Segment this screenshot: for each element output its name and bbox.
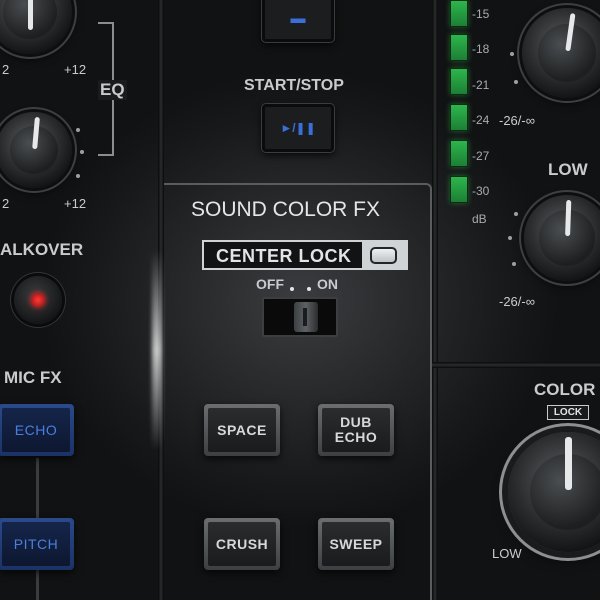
- talkover-label: ALKOVER: [0, 240, 84, 259]
- toggle-dot-on: [307, 287, 311, 291]
- knob-scale-dot: [512, 262, 516, 266]
- meter-db-label: -27: [472, 149, 490, 163]
- fx-sweep-button[interactable]: SWEEP: [318, 518, 394, 570]
- meter-db-label: -24: [472, 113, 490, 127]
- edge-highlight: [152, 250, 162, 450]
- center-lock-toggle[interactable]: [262, 297, 338, 337]
- mic-fx-echo-button[interactable]: ECHO: [0, 404, 74, 456]
- meter-segment: [450, 176, 468, 203]
- mic-fx-echo-label: ECHO: [2, 408, 70, 452]
- led-indicator-icon: [370, 247, 397, 264]
- meter-segment: [450, 68, 468, 95]
- fx-sweep-label: SWEEP: [322, 522, 390, 566]
- toggle-on-label: ON: [317, 276, 338, 292]
- level-meter: [450, 0, 468, 215]
- eq-scale-min: 2: [2, 62, 10, 77]
- eq-label: EQ: [98, 80, 127, 100]
- talkover-button[interactable]: [14, 276, 62, 324]
- sound-color-fx-title: SOUND COLOR FX: [191, 198, 381, 221]
- knob-pointer: [564, 436, 572, 490]
- mic-fx-connector: [36, 570, 39, 600]
- center-lock-button[interactable]: CENTER LOCK: [202, 240, 408, 270]
- fx-crush-label: CRUSH: [208, 522, 276, 566]
- start-stop-button[interactable]: ►/❚❚: [262, 104, 334, 152]
- meter-segment: [450, 140, 468, 167]
- knob-scale-dot: [514, 212, 518, 216]
- red-led-icon: [31, 293, 45, 307]
- meter-db-label: -18: [472, 42, 490, 56]
- knob-scale-dot: [76, 128, 80, 132]
- knob-scale-dot: [514, 80, 518, 84]
- knob-pointer: [27, 0, 33, 31]
- start-stop-label: START/STOP: [244, 77, 344, 94]
- mic-fx-pitch-button[interactable]: PITCH: [0, 518, 74, 570]
- toggle-dot-off: [290, 287, 294, 291]
- fx-dub-echo-label: DUB ECHO: [322, 408, 390, 452]
- meter-db-label: -15: [472, 7, 490, 21]
- low-scale-min: -26/-∞: [499, 294, 535, 309]
- meter-db-label: -21: [472, 78, 490, 92]
- knob-scale-dot: [80, 150, 84, 154]
- knob-scale-dot: [510, 52, 514, 56]
- hi-scale-min: -26/-∞: [499, 113, 535, 128]
- low-eq-label: LOW: [548, 160, 588, 179]
- color-low-label: LOW: [492, 546, 522, 561]
- mic-fx-label: MIC FX: [4, 368, 62, 387]
- eq-scale-max: +12: [64, 62, 87, 77]
- knob-scale-dot: [508, 236, 512, 240]
- mic-fx-connector: [36, 458, 39, 520]
- meter-segment: [450, 0, 468, 27]
- fx-crush-button[interactable]: CRUSH: [204, 518, 280, 570]
- bar-icon: ▬: [290, 9, 306, 27]
- meter-db-unit: dB: [472, 212, 487, 226]
- panel-seam-right: [432, 0, 438, 600]
- eq-scale-max-2: +12: [64, 196, 87, 211]
- center-lock-led-frame: [362, 242, 406, 268]
- fx-space-button[interactable]: SPACE: [204, 404, 280, 456]
- knob-pointer: [564, 200, 571, 237]
- color-label: COLOR: [534, 380, 596, 399]
- eq-scale-min-2: 2: [2, 196, 10, 211]
- fx-space-label: SPACE: [208, 408, 276, 452]
- play-pause-icon: ►/❚❚: [280, 121, 316, 135]
- fx-dub-echo-button[interactable]: DUB ECHO: [318, 404, 394, 456]
- color-lock-tag: LOCK: [547, 405, 589, 420]
- low-knob[interactable]: [524, 195, 600, 281]
- top-button[interactable]: ▬: [262, 0, 334, 42]
- toggle-off-label: OFF: [256, 276, 284, 292]
- meter-segment: [450, 104, 468, 131]
- toggle-lever: [294, 302, 318, 332]
- knob-scale-dot: [76, 174, 80, 178]
- center-lock-label: CENTER LOCK: [216, 246, 352, 266]
- mic-fx-pitch-label: PITCH: [2, 522, 70, 566]
- meter-db-label: -30: [472, 184, 490, 198]
- meter-segment: [450, 34, 468, 61]
- panel-seam-horizontal: [432, 362, 600, 368]
